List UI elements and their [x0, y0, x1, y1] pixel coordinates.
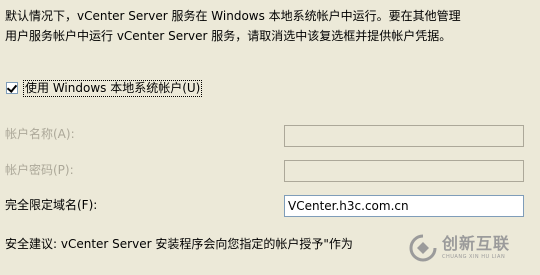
use-local-system-account-label[interactable]: 使用 Windows 本地系统帐户(U): [22, 79, 203, 97]
watermark-brand: 创新互联: [442, 234, 511, 253]
description-text: 默认情况下，vCenter Server 服务在 Windows 本地系统帐户中…: [5, 6, 535, 46]
watermark: 创新互联 CHUANG XIN HU LIAN: [408, 228, 538, 268]
description-line-2: 用户服务帐户中运行 vCenter Server 服务，请取消选中该复选框并提供…: [5, 29, 452, 43]
security-advice-text: 安全建议: vCenter Server 安装程序会向您指定的帐户授予"作为: [5, 237, 353, 251]
watermark-tagline: CHUANG XIN HU LIAN: [442, 254, 506, 260]
watermark-logo-icon: [409, 234, 437, 262]
account-name-input[interactable]: [284, 125, 524, 147]
checkmark-icon: [6, 82, 18, 93]
account-password-label: 帐户密码(P):: [5, 163, 74, 177]
account-name-label: 帐户名称(A):: [5, 127, 75, 141]
description-line-1: 默认情况下，vCenter Server 服务在 Windows 本地系统帐户中…: [5, 9, 461, 23]
use-local-system-account-checkbox-row[interactable]: 使用 Windows 本地系统帐户(U): [6, 79, 203, 97]
use-local-system-account-checkbox[interactable]: [6, 82, 18, 94]
fqdn-label: 完全限定域名(F):: [5, 198, 98, 212]
fqdn-input[interactable]: [284, 195, 524, 217]
account-password-input[interactable]: [284, 160, 524, 182]
